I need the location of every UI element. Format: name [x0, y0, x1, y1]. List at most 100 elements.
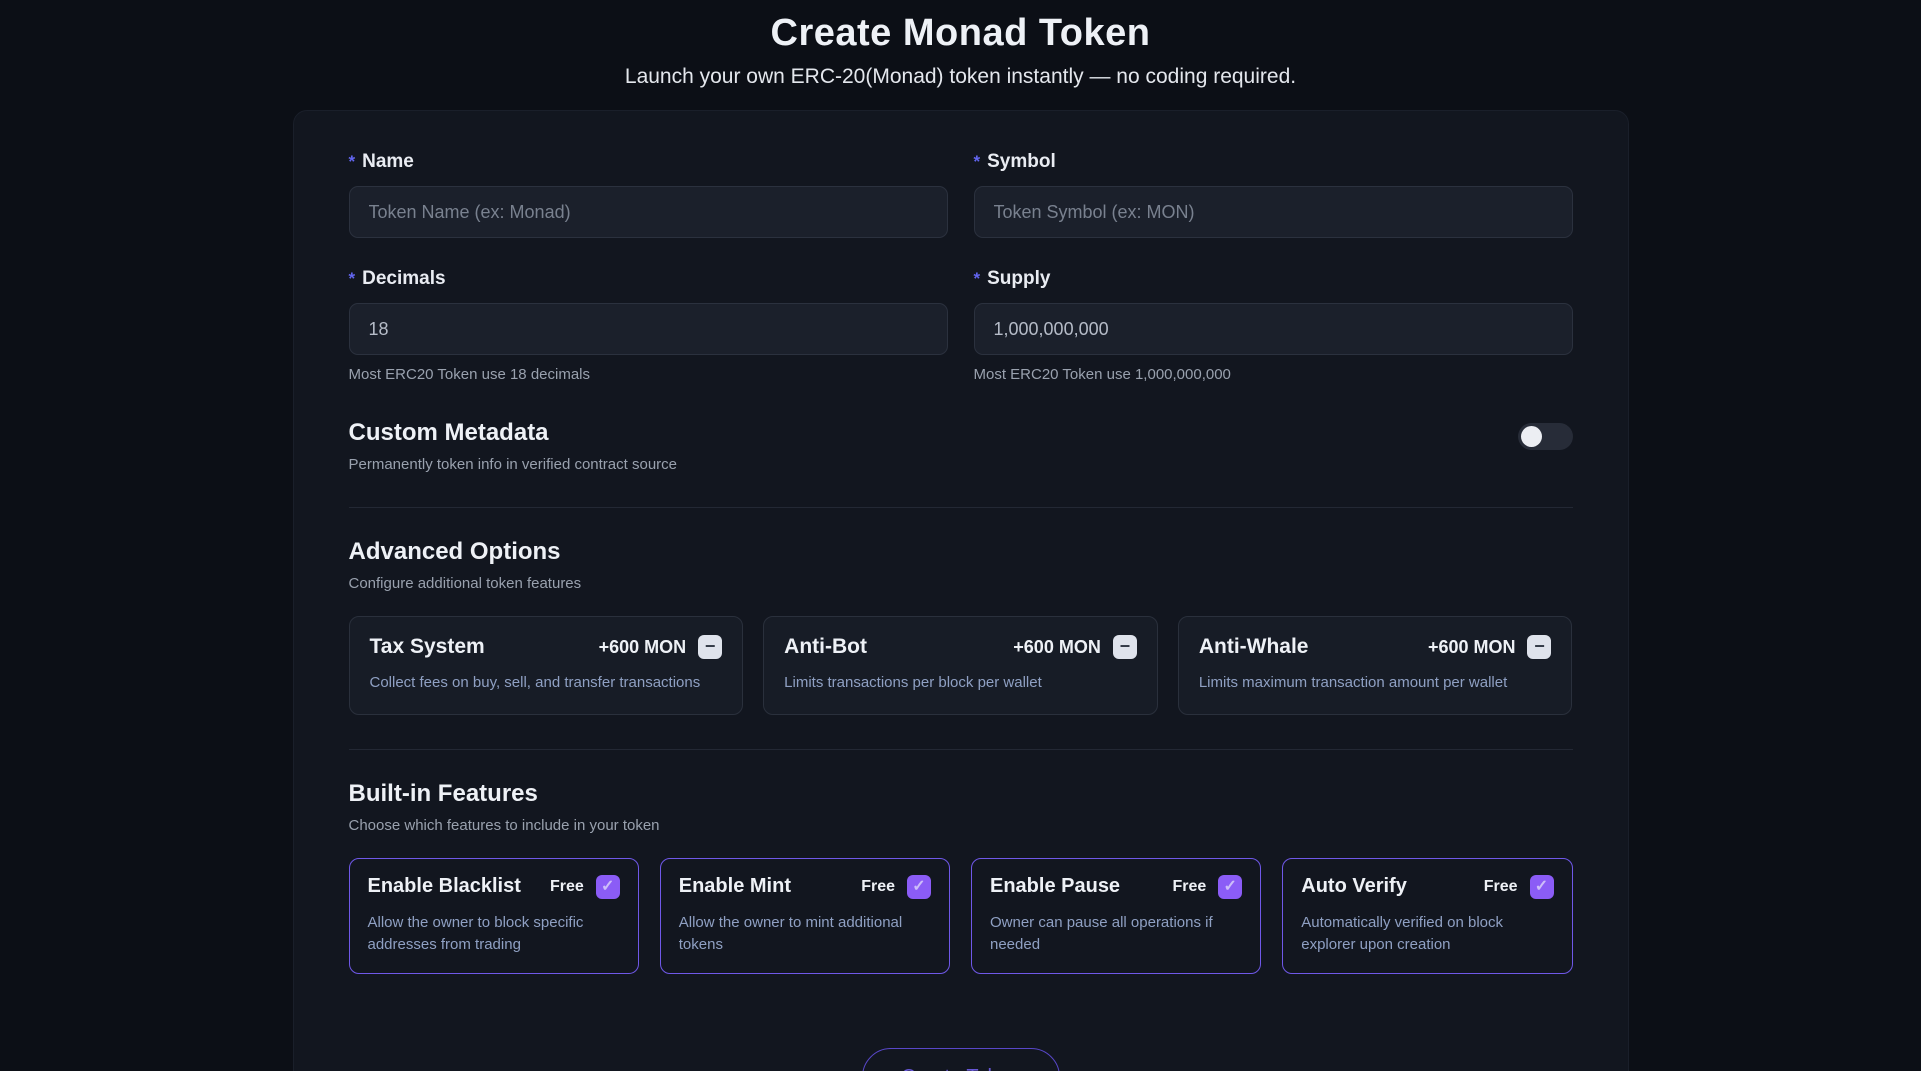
feature-card-description: Allow the owner to block specific addres… — [368, 912, 620, 956]
card-head-right: Free ✓ — [1484, 875, 1554, 899]
card-head: Enable Pause Free ✓ — [990, 875, 1242, 899]
anti-whale-checkbox[interactable]: − — [1527, 635, 1551, 659]
supply-input[interactable] — [974, 303, 1573, 355]
card-head: Enable Mint Free ✓ — [679, 875, 931, 899]
card-head-right: +600 MON − — [1428, 635, 1552, 659]
advanced-card-anti-bot[interactable]: Anti-Bot +600 MON − Limits transactions … — [763, 616, 1158, 715]
required-asterisk: * — [349, 152, 356, 172]
built-in-features-title: Built-in Features — [349, 780, 1573, 808]
card-head-right: Free ✓ — [1172, 875, 1242, 899]
advanced-card-name: Anti-Whale — [1199, 635, 1309, 659]
anti-bot-checkbox[interactable]: − — [1113, 635, 1137, 659]
advanced-card-price: +600 MON — [599, 637, 687, 658]
built-in-features-section: Built-in Features Choose which features … — [349, 780, 1573, 975]
check-icon: ✓ — [1224, 879, 1237, 895]
decimals-input[interactable] — [349, 303, 948, 355]
advanced-card-anti-whale[interactable]: Anti-Whale +600 MON − Limits maximum tra… — [1178, 616, 1573, 715]
card-head: Enable Blacklist Free ✓ — [368, 875, 620, 899]
feature-card-description: Allow the owner to mint additional token… — [679, 912, 931, 956]
advanced-card-name: Tax System — [370, 635, 485, 659]
advanced-card-description: Collect fees on buy, sell, and transfer … — [370, 672, 723, 694]
form-footer: Create Token Service Fees: 1000 MON — [349, 1048, 1573, 1071]
advanced-card-name: Anti-Bot — [784, 635, 867, 659]
feature-card-name: Enable Blacklist — [368, 875, 521, 898]
section-divider — [349, 507, 1573, 508]
built-in-features-grid: Enable Blacklist Free ✓ Allow the owner … — [349, 858, 1573, 975]
token-form-card: * Name * Symbol * Decimals Most ERC20 To… — [293, 110, 1629, 1071]
feature-card-description: Owner can pause all operations if needed — [990, 912, 1242, 956]
built-in-features-subtitle: Choose which features to include in your… — [349, 817, 1573, 834]
minus-icon: − — [705, 637, 716, 655]
custom-metadata-toggle[interactable] — [1518, 423, 1573, 450]
field-label-text: Supply — [987, 268, 1050, 290]
advanced-card-price: +600 MON — [1013, 637, 1101, 658]
advanced-card-price: +600 MON — [1428, 637, 1516, 658]
page-subtitle: Launch your own ERC-20(Monad) token inst… — [0, 65, 1921, 89]
feature-card-name: Enable Mint — [679, 875, 791, 898]
card-head-right: Free ✓ — [550, 875, 620, 899]
field-label-text: Name — [362, 151, 414, 173]
card-head: Anti-Whale +600 MON − — [1199, 635, 1552, 659]
decimals-helper-text: Most ERC20 Token use 18 decimals — [349, 366, 948, 383]
advanced-options-section: Advanced Options Configure additional to… — [349, 538, 1573, 715]
create-token-button[interactable]: Create Token — [862, 1048, 1060, 1071]
tax-system-checkbox[interactable]: − — [698, 635, 722, 659]
card-head: Tax System +600 MON − — [370, 635, 723, 659]
card-head-right: +600 MON − — [599, 635, 723, 659]
custom-metadata-text: Custom Metadata Permanently token info i… — [349, 419, 678, 473]
custom-metadata-title: Custom Metadata — [349, 419, 678, 447]
feature-card-enable-mint[interactable]: Enable Mint Free ✓ Allow the owner to mi… — [660, 858, 950, 975]
section-divider — [349, 749, 1573, 750]
card-head: Anti-Bot +600 MON − — [784, 635, 1137, 659]
advanced-card-tax-system[interactable]: Tax System +600 MON − Collect fees on bu… — [349, 616, 744, 715]
card-head-right: +600 MON − — [1013, 635, 1137, 659]
field-decimals-label: * Decimals — [349, 268, 948, 290]
check-icon: ✓ — [912, 879, 925, 895]
feature-card-enable-pause[interactable]: Enable Pause Free ✓ Owner can pause all … — [971, 858, 1261, 975]
advanced-card-description: Limits maximum transaction amount per wa… — [1199, 672, 1552, 694]
advanced-options-title: Advanced Options — [349, 538, 1573, 566]
card-head-right: Free ✓ — [861, 875, 931, 899]
feature-card-auto-verify[interactable]: Auto Verify Free ✓ Automatically verifie… — [1282, 858, 1572, 975]
field-symbol: * Symbol — [974, 151, 1573, 238]
advanced-card-description: Limits transactions per block per wallet — [784, 672, 1137, 694]
field-decimals: * Decimals Most ERC20 Token use 18 decim… — [349, 268, 948, 383]
enable-mint-checkbox[interactable]: ✓ — [907, 875, 931, 899]
page-title: Create Monad Token — [0, 12, 1921, 55]
check-icon: ✓ — [1535, 879, 1548, 895]
field-name-label: * Name — [349, 151, 948, 173]
feature-card-name: Enable Pause — [990, 875, 1120, 898]
enable-blacklist-checkbox[interactable]: ✓ — [596, 875, 620, 899]
custom-metadata-section: Custom Metadata Permanently token info i… — [349, 419, 1573, 473]
name-input[interactable] — [349, 186, 948, 238]
required-asterisk: * — [349, 269, 356, 289]
supply-helper-text: Most ERC20 Token use 1,000,000,000 — [974, 366, 1573, 383]
page-header: Create Monad Token Launch your own ERC-2… — [0, 0, 1921, 89]
custom-metadata-description: Permanently token info in verified contr… — [349, 456, 678, 473]
form-grid: * Name * Symbol * Decimals Most ERC20 To… — [349, 151, 1573, 383]
field-supply: * Supply Most ERC20 Token use 1,000,000,… — [974, 268, 1573, 383]
symbol-input[interactable] — [974, 186, 1573, 238]
required-asterisk: * — [974, 269, 981, 289]
feature-card-enable-blacklist[interactable]: Enable Blacklist Free ✓ Allow the owner … — [349, 858, 639, 975]
check-icon: ✓ — [601, 879, 614, 895]
feature-card-price: Free — [550, 878, 584, 896]
advanced-options-grid: Tax System +600 MON − Collect fees on bu… — [349, 616, 1573, 715]
auto-verify-checkbox[interactable]: ✓ — [1530, 875, 1554, 899]
feature-card-description: Automatically verified on block explorer… — [1301, 912, 1553, 956]
field-label-text: Symbol — [987, 151, 1056, 173]
enable-pause-checkbox[interactable]: ✓ — [1218, 875, 1242, 899]
feature-card-price: Free — [861, 878, 895, 896]
field-label-text: Decimals — [362, 268, 445, 290]
advanced-options-subtitle: Configure additional token features — [349, 575, 1573, 592]
card-head: Auto Verify Free ✓ — [1301, 875, 1553, 899]
field-symbol-label: * Symbol — [974, 151, 1573, 173]
toggle-knob — [1521, 426, 1542, 447]
minus-icon: − — [1120, 637, 1131, 655]
feature-card-price: Free — [1172, 878, 1206, 896]
field-name: * Name — [349, 151, 948, 238]
required-asterisk: * — [974, 152, 981, 172]
minus-icon: − — [1534, 637, 1545, 655]
field-supply-label: * Supply — [974, 268, 1573, 290]
feature-card-price: Free — [1484, 878, 1518, 896]
